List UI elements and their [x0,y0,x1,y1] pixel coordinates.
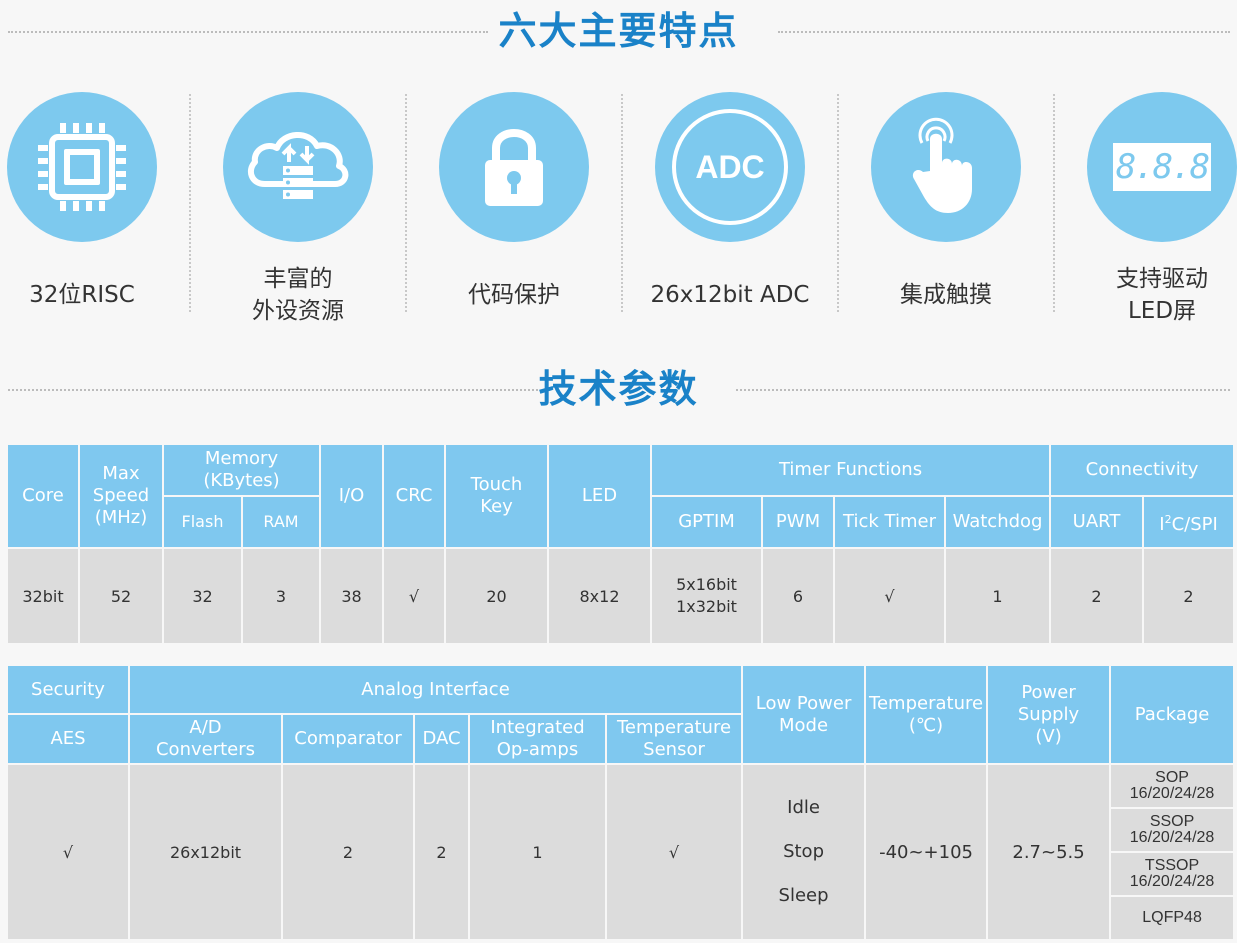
cell-ad-converters: 26x12bit [128,763,283,941]
cell-gptim: 5x16bit 1x32bit [650,547,764,645]
section-title-specs: 技术参数 [538,367,699,411]
header-max-speed: Max Speed (MHz) [78,443,164,549]
header-security: Security [6,664,130,715]
header-i2c-spi-post: C/SPI [1171,513,1218,535]
header-core: Core [6,443,80,549]
header-touch-key: Touch Key [444,443,550,549]
cpu-chip-icon [7,92,157,242]
header-power-supply: Power Supply (V) [986,664,1112,765]
adc-icon-text: ADC [695,148,765,185]
header-ad-converters: A/D Converters [128,713,283,765]
header-i2c-spi-sup: 2 [1164,512,1172,526]
cell-pwm: 6 [761,547,836,645]
cell-comparator: 2 [281,763,415,941]
header-gptim: GPTIM [650,495,764,549]
cell-op-amps: 1 [468,763,607,941]
feature-led: 8.8.8 支持驱动 LED屏 [1054,92,1237,332]
package-pins: 16/20/24/28 [1129,873,1215,890]
header-tick-timer: Tick Timer [833,495,947,549]
header-uart: UART [1049,495,1145,549]
cell-temperature-sensor: √ [604,763,744,941]
header-dac: DAC [413,713,470,765]
header-temperature: Temperature (℃) [864,664,989,765]
feature-label: 26x12bit ADC [650,282,810,308]
header-low-power-mode: Low Power Mode [741,664,867,765]
header-temperature-sensor: Temperature Sensor [604,713,744,765]
feature-touch: 集成触摸 [838,92,1054,332]
feature-label: 支持驱动 LED屏 [1116,266,1208,324]
cell-io: 38 [319,547,385,645]
header-crc: CRC [382,443,447,549]
header-package: Package [1109,664,1236,765]
cell-packages: SOP 16/20/24/28 SSOP 16/20/24/28 TSSOP 1… [1109,763,1236,941]
package-name: TSSOP [1144,857,1200,874]
package-pins: 16/20/24/28 [1129,785,1215,802]
package-name: SSOP [1149,813,1195,830]
touch-finger-icon [871,92,1021,242]
cell-max-speed: 52 [78,547,164,645]
header-memory: Memory (KBytes) [161,443,322,497]
header-io: I/O [319,443,385,549]
header-watchdog: Watchdog [944,495,1052,549]
cell-uart: 2 [1049,547,1145,645]
cell-temperature: -40~+105 [864,763,989,941]
package-item: LQFP48 [1111,897,1233,939]
header-ram: RAM [240,495,322,549]
package-item: TSSOP 16/20/24/28 [1111,853,1234,897]
feature-adc: ADC 26x12bit ADC [622,92,838,332]
led-display-icon: 8.8.8 [1087,92,1237,242]
header-flash: Flash [162,495,243,549]
cell-low-power-modes: Idle Stop Sleep [741,763,867,941]
features-row: 32位RISC 丰富的 外设资源 代码保护 ADC 26x12bit ADC 集… [0,92,1237,342]
cell-watchdog: 1 [944,547,1052,645]
lock-icon [439,92,589,242]
feature-label: 代码保护 [468,282,560,308]
cell-crc: √ [382,547,447,645]
cell-tick: √ [833,547,947,645]
cell-led: 8x12 [547,547,653,645]
header-comparator: Comparator [281,713,415,765]
feature-label: 丰富的 外设资源 [252,266,344,324]
cell-aes: √ [6,763,130,941]
led-icon-text: 8.8.8 [1115,147,1210,187]
cell-dac: 2 [413,763,470,941]
header-op-amps: Integrated Op-amps [468,713,607,765]
cell-core: 32bit [6,547,80,645]
cell-i2c-spi: 2 [1142,547,1236,645]
cloud-storage-icon [223,92,373,242]
header-aes: AES [6,713,130,765]
low-power-mode-item: Idle [787,797,820,818]
cell-flash: 32 [162,547,243,645]
spec-table-2: Security Analog Interface Low Power Mode… [6,664,1236,941]
adc-icon: ADC [655,92,805,242]
header-i2c-spi: I2C/SPI [1142,495,1236,549]
spec-table-1: Core Max Speed (MHz) Memory (KBytes) I/O… [6,443,1236,645]
feature-peripherals: 丰富的 外设资源 [190,92,406,332]
cell-power-supply: 2.7~5.5 [986,763,1112,941]
header-analog-interface: Analog Interface [127,664,744,715]
package-item: SSOP 16/20/24/28 [1111,809,1234,853]
section-title-features: 六大主要特点 [498,9,739,53]
package-pins: 16/20/24/28 [1129,829,1215,846]
low-power-mode-item: Sleep [778,885,829,906]
cell-touch: 20 [444,547,550,645]
features-section-header: 六大主要特点 [0,6,1237,56]
cell-ram: 3 [240,547,322,645]
header-pwm: PWM [761,495,836,549]
package-item: SOP 16/20/24/28 [1111,765,1234,809]
feature-code-protection: 代码保护 [406,92,622,332]
feature-risc: 32位RISC [0,92,190,332]
package-name: SOP [1155,769,1189,786]
specs-section-header: 技术参数 [0,364,1237,414]
header-connectivity: Connectivity [1049,443,1236,497]
package-name: LQFP48 [1142,909,1202,926]
feature-label: 集成触摸 [900,282,992,308]
header-led: LED [547,443,653,549]
header-timer-functions: Timer Functions [650,443,1052,497]
low-power-mode-item: Stop [783,841,824,862]
feature-label: 32位RISC [29,282,135,308]
